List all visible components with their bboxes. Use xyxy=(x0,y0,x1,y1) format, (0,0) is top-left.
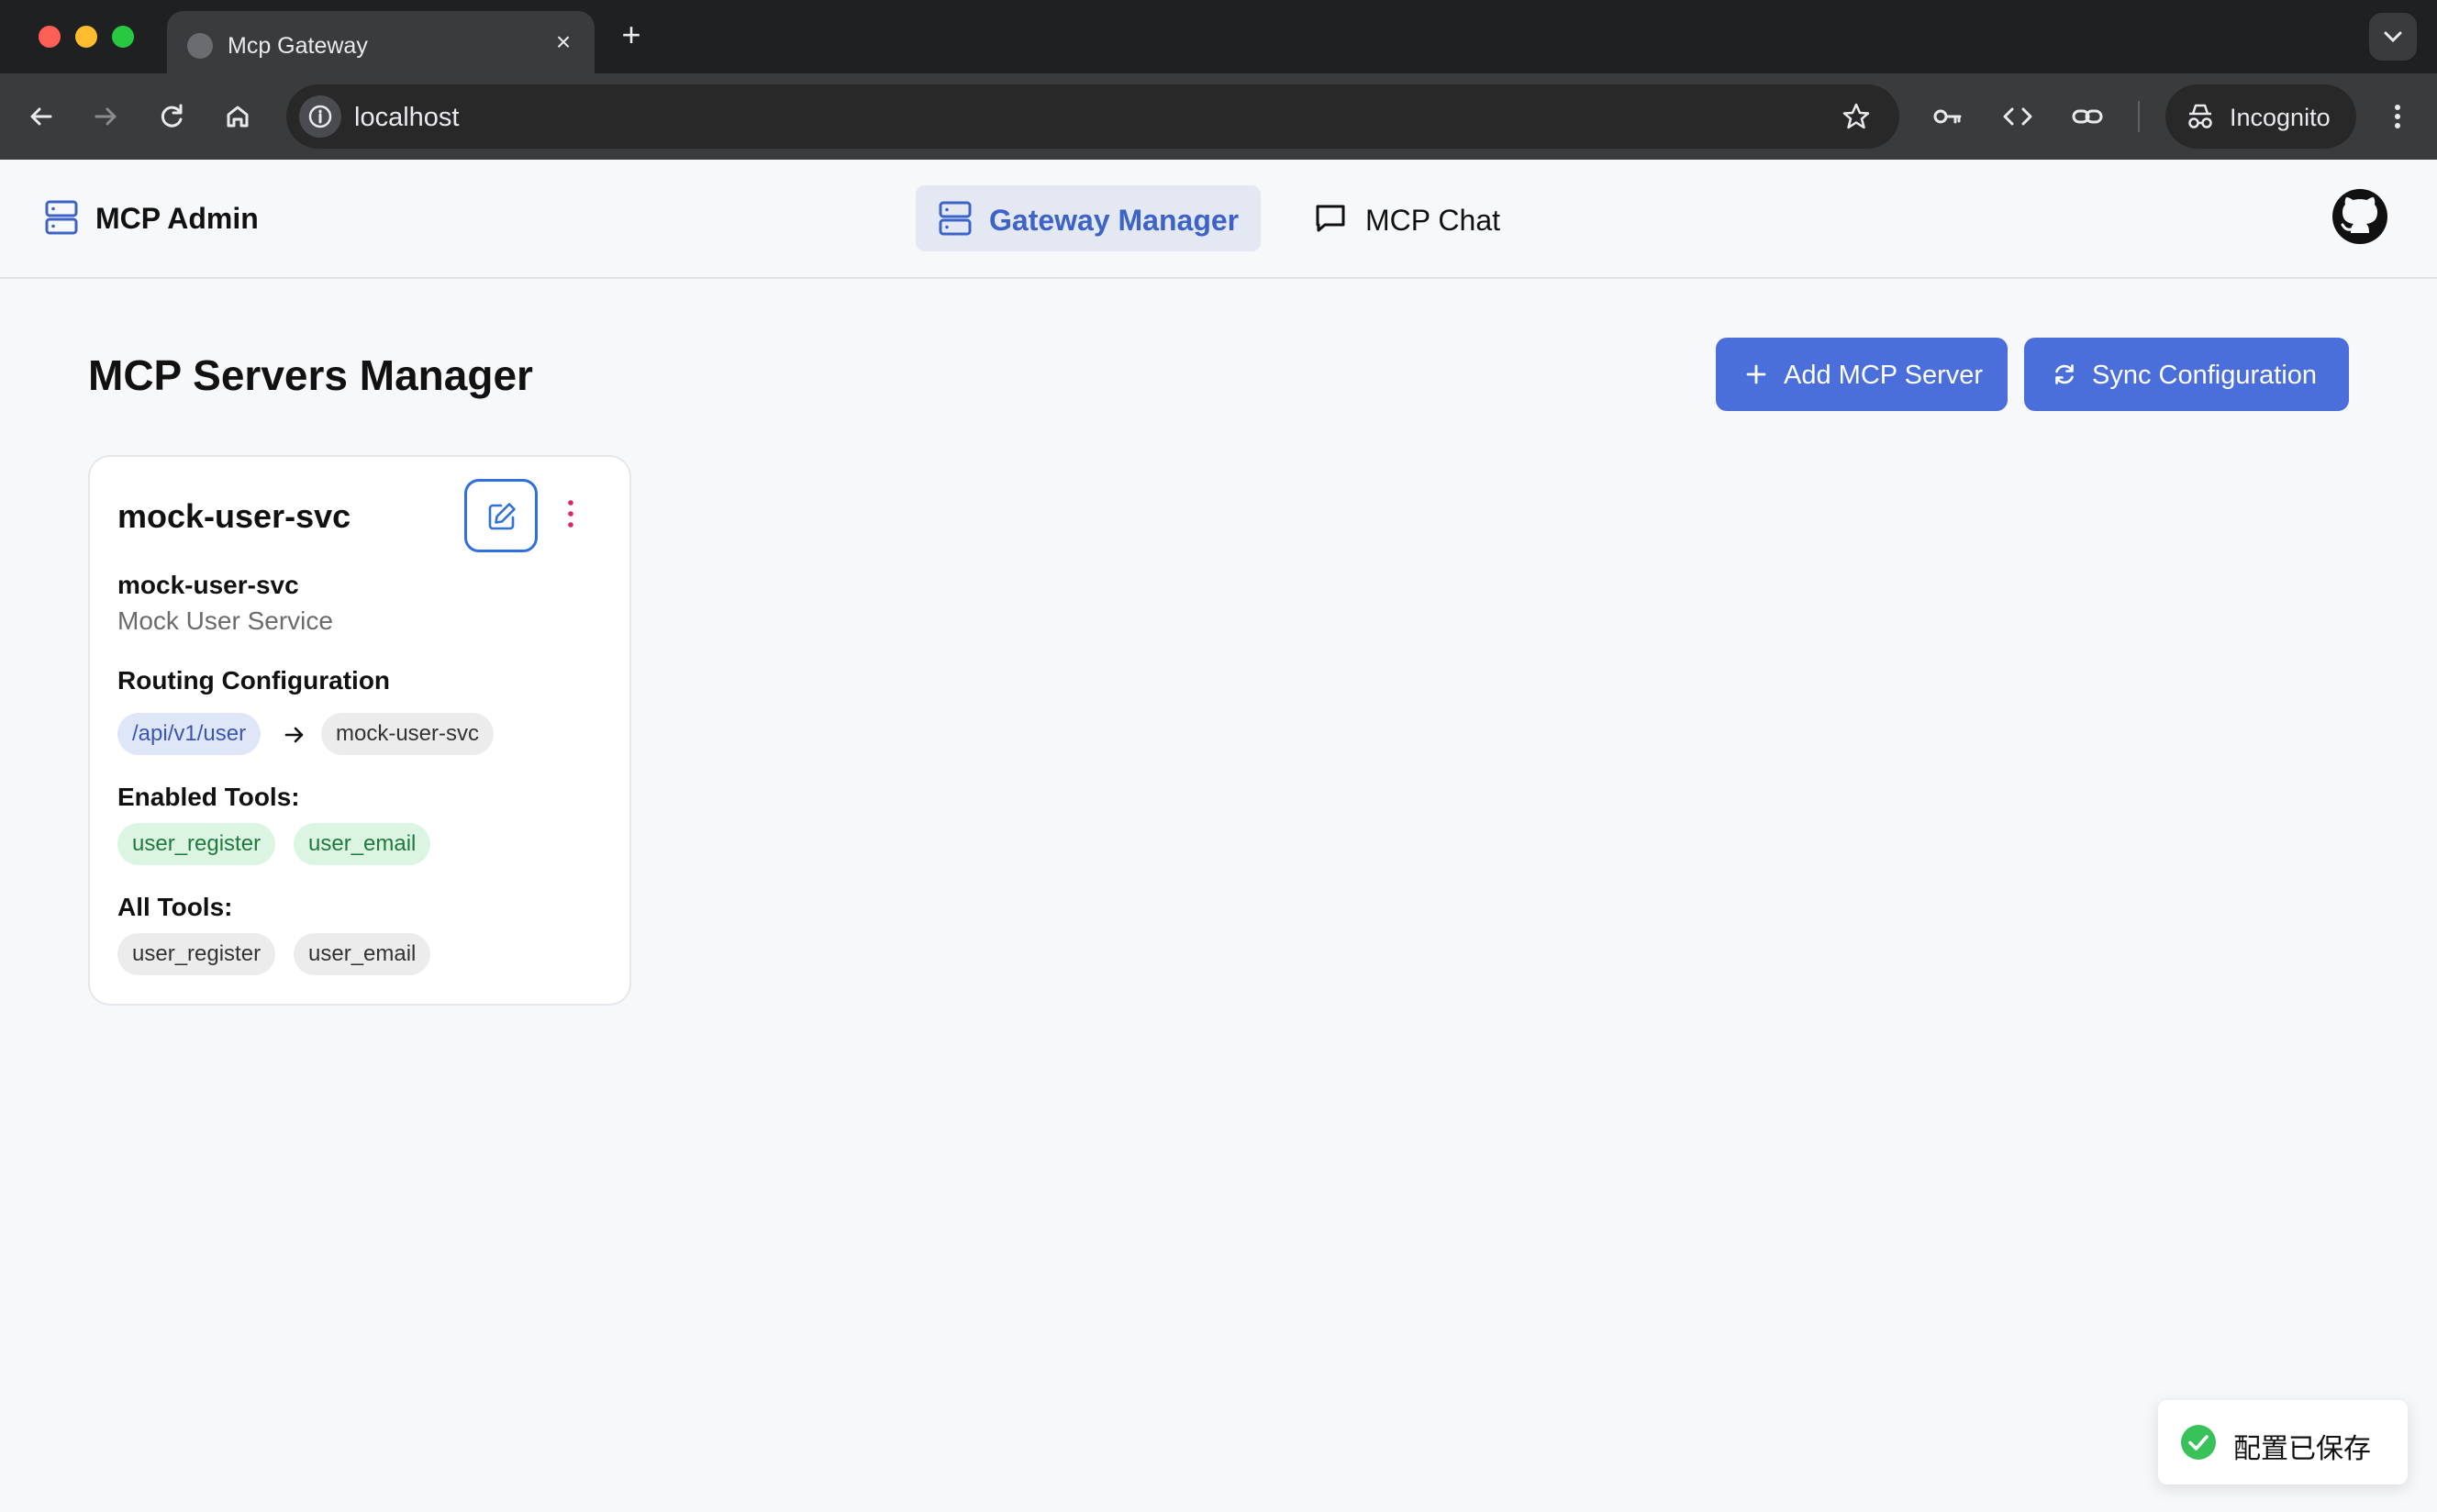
success-toast: 配置已保存 xyxy=(2158,1400,2408,1484)
window-close-button[interactable] xyxy=(39,26,61,48)
window-maximize-button[interactable] xyxy=(112,26,134,48)
nav-mcp-chat[interactable]: MCP Chat xyxy=(1303,185,1523,251)
bookmark-star-icon[interactable] xyxy=(1841,101,1872,132)
tool-chip: user_email xyxy=(294,933,431,975)
browser-tab-bar: Mcp Gateway × + xyxy=(0,0,2437,73)
tab-search-button[interactable] xyxy=(2369,13,2417,61)
devtools-button[interactable] xyxy=(1997,95,2039,138)
arrow-right-icon xyxy=(284,727,304,743)
arrow-left-icon xyxy=(30,107,52,126)
server-card-title: mock-user-svc xyxy=(117,497,351,535)
password-key-button[interactable] xyxy=(1927,95,1969,138)
check-circle-icon xyxy=(2181,1425,2216,1460)
nav-label: MCP Chat xyxy=(1365,204,1501,237)
chevron-down-icon xyxy=(2384,31,2402,43)
more-vertical-icon xyxy=(568,500,573,528)
url-text[interactable]: localhost xyxy=(354,103,459,133)
button-label: Add MCP Server xyxy=(1784,361,1984,390)
toolbar-divider xyxy=(2138,101,2140,132)
incognito-button[interactable]: Incognito xyxy=(2165,84,2356,149)
plus-icon xyxy=(1746,364,1766,384)
link-icon xyxy=(2072,109,2103,124)
brand-title[interactable]: MCP Admin xyxy=(95,202,259,236)
refresh-icon xyxy=(2055,364,2074,384)
new-tab-button[interactable]: + xyxy=(615,18,648,51)
app-header: MCP Admin Gateway Manager MCP Chat xyxy=(0,160,2437,279)
browser-tab[interactable]: Mcp Gateway × xyxy=(167,11,595,73)
tool-chip: user_register xyxy=(117,933,276,975)
enabled-tool-chip: user_email xyxy=(294,823,431,865)
key-icon xyxy=(1933,109,1962,124)
route-path-chip: /api/v1/user xyxy=(117,713,262,755)
incognito-icon xyxy=(2188,104,2212,128)
add-mcp-server-button[interactable]: Add MCP Server xyxy=(1716,338,2008,411)
server-more-button[interactable] xyxy=(560,495,582,532)
browser-toolbar: localhost Incognito xyxy=(0,73,2437,160)
edit-server-button[interactable] xyxy=(464,479,538,552)
enabled-tool-chip: user_register xyxy=(117,823,276,865)
toast-message: 配置已保存 xyxy=(2233,1434,2371,1464)
routing-config-label: Routing Configuration xyxy=(117,666,391,695)
sync-configuration-button[interactable]: Sync Configuration xyxy=(2024,338,2349,411)
nav-gateway-manager[interactable]: Gateway Manager xyxy=(916,185,1261,251)
reload-button[interactable] xyxy=(150,95,193,138)
reload-icon xyxy=(161,104,183,128)
tab-title: Mcp Gateway xyxy=(228,33,368,59)
link-button[interactable] xyxy=(2066,95,2109,138)
more-vertical-icon xyxy=(2395,105,2400,128)
globe-icon xyxy=(187,33,213,59)
browser-menu-button[interactable] xyxy=(2376,95,2419,138)
server-card: mock-user-svc mock-user-svc Mock User Se… xyxy=(88,455,631,1006)
address-bar[interactable]: localhost xyxy=(286,84,1899,149)
server-name: mock-user-svc xyxy=(117,571,299,599)
button-label: Sync Configuration xyxy=(2092,361,2318,390)
page-title: MCP Servers Manager xyxy=(88,351,533,399)
forward-button[interactable] xyxy=(84,95,127,138)
home-button[interactable] xyxy=(217,95,259,138)
server-icon xyxy=(45,200,78,235)
all-tools-label: All Tools: xyxy=(117,893,233,921)
back-button[interactable] xyxy=(20,95,62,138)
chat-bubble-icon xyxy=(1316,205,1345,232)
edit-icon xyxy=(488,503,516,530)
server-description: Mock User Service xyxy=(117,606,333,635)
github-icon[interactable] xyxy=(2331,187,2389,246)
enabled-tools-label: Enabled Tools: xyxy=(117,783,300,811)
nav-label: Gateway Manager xyxy=(989,204,1240,237)
window-minimize-button[interactable] xyxy=(75,26,97,48)
server-icon xyxy=(939,201,972,236)
incognito-label: Incognito xyxy=(2230,104,2331,131)
site-info-icon[interactable] xyxy=(299,95,341,138)
home-icon xyxy=(227,106,249,128)
tab-close-icon[interactable]: × xyxy=(549,28,578,57)
code-icon xyxy=(2003,107,2032,126)
route-target-chip: mock-user-svc xyxy=(321,713,495,755)
arrow-right-icon xyxy=(95,107,117,126)
